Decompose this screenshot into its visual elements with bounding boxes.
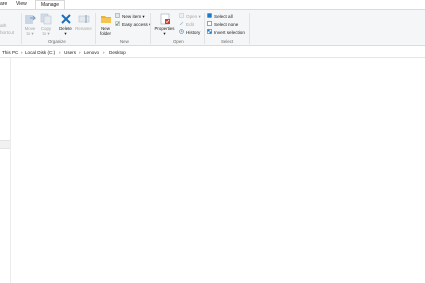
open-button[interactable]: Open ▾ [179, 13, 201, 20]
delete-button[interactable]: Delete ▾ [58, 13, 73, 36]
file-list-area[interactable] [11, 58, 425, 283]
copy-to-icon [40, 13, 52, 25]
navigation-selected-item[interactable] [0, 140, 10, 149]
properties-icon [159, 13, 171, 25]
breadcrumb-separator: › [59, 50, 61, 55]
select-all-button[interactable]: Select all [207, 13, 233, 20]
ribbon-tabs: are View Manage [0, 0, 425, 9]
ribbon-separator [204, 13, 205, 44]
invert-selection-button[interactable]: Invert selection [207, 29, 245, 36]
new-item-button[interactable]: New item ▾ [115, 13, 145, 20]
select-all-icon [207, 13, 212, 18]
rename-button[interactable]: Rename [75, 13, 92, 31]
history-button[interactable]: History [179, 29, 200, 36]
select-none-icon [207, 21, 212, 27]
copy-to-button[interactable]: Copy to ▾ [39, 13, 53, 36]
select-none-button[interactable]: Select none [207, 21, 238, 28]
paste-shortcut-button[interactable]: ath [0, 22, 6, 29]
move-to-button[interactable]: Move to ▾ [23, 13, 37, 36]
ribbon-separator [150, 13, 151, 44]
group-label-open: Open [173, 39, 184, 44]
rename-icon [78, 13, 90, 25]
group-label-new: New [120, 39, 129, 44]
breadcrumb-separator: › [79, 50, 81, 55]
history-icon [179, 29, 184, 35]
tab-manage[interactable]: Manage [35, 0, 66, 9]
edit-button[interactable]: Edit [179, 21, 194, 28]
properties-button[interactable]: Properties ▾ [153, 13, 176, 36]
breadcrumb-separator: › [21, 50, 23, 55]
ribbon: ath hortcut Move to ▾ Copy to ▾ Delete ▾… [0, 9, 425, 46]
new-folder-button[interactable]: New folder [98, 13, 113, 36]
ribbon-separator [249, 13, 250, 44]
breadcrumb-local-disk[interactable]: Local Disk (C:) [25, 50, 55, 55]
ribbon-separator [95, 13, 96, 44]
group-label-select: Select [221, 39, 234, 44]
group-label-organize: Organize [48, 39, 66, 44]
address-bar[interactable]: This PC › Local Disk (C:) › Users › Leno… [0, 48, 425, 58]
easy-access-button[interactable]: Easy access ▾ [115, 21, 151, 28]
new-item-icon [115, 13, 120, 19]
shortcut-button[interactable]: hortcut [0, 29, 14, 36]
breadcrumb-lenovo[interactable]: Lenovo [84, 50, 99, 55]
delete-icon [60, 13, 72, 25]
open-icon [179, 13, 184, 19]
new-folder-icon [100, 13, 112, 25]
breadcrumb-users[interactable]: Users [64, 50, 76, 55]
easy-access-icon [115, 21, 120, 27]
move-to-icon [24, 13, 37, 25]
navigation-pane[interactable] [0, 58, 11, 283]
tab-view[interactable]: View [16, 0, 27, 9]
edit-icon [179, 21, 184, 26]
breadcrumb-separator: › [103, 50, 105, 55]
invert-selection-icon [207, 29, 212, 35]
breadcrumb-this-pc[interactable]: This PC [2, 50, 18, 55]
ribbon-separator [21, 13, 22, 44]
breadcrumb-desktop[interactable]: Desktop [109, 50, 126, 55]
tab-share[interactable]: are [0, 0, 7, 9]
